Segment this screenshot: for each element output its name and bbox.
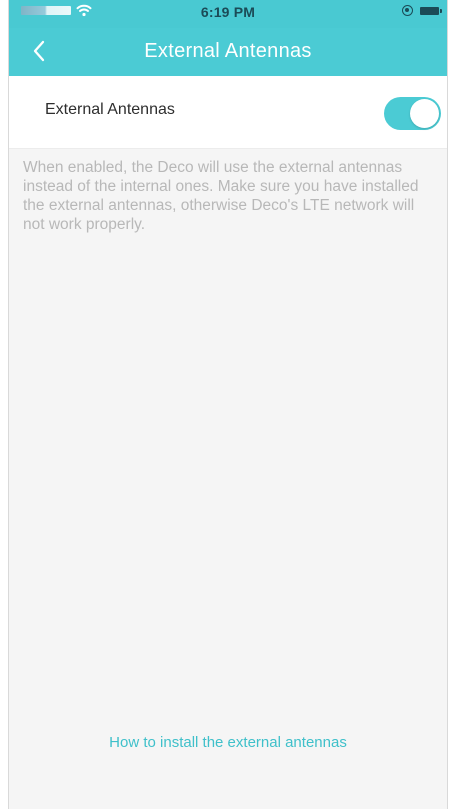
page-title: External Antennas [144,40,312,62]
external-antennas-setting-row: External Antennas [9,76,447,149]
status-time: 6:19 PM [200,4,256,20]
setting-label: External Antennas [45,101,175,118]
status-bar: 6:19 PM [9,0,447,28]
navigation-bar: External Antennas [9,28,447,76]
app-screen: 6:19 PM External Antennas External Anten… [0,0,455,809]
install-external-antennas-link[interactable]: How to install the external antennas [9,734,447,751]
status-icons [402,5,442,16]
external-antennas-toggle[interactable] [384,97,441,130]
toggle-knob [410,99,439,128]
page-frame: 6:19 PM External Antennas External Anten… [8,0,448,809]
battery-icon [420,6,442,15]
setting-description: When enabled, the Deco will use the exte… [23,159,419,233]
location-icon [402,5,413,16]
